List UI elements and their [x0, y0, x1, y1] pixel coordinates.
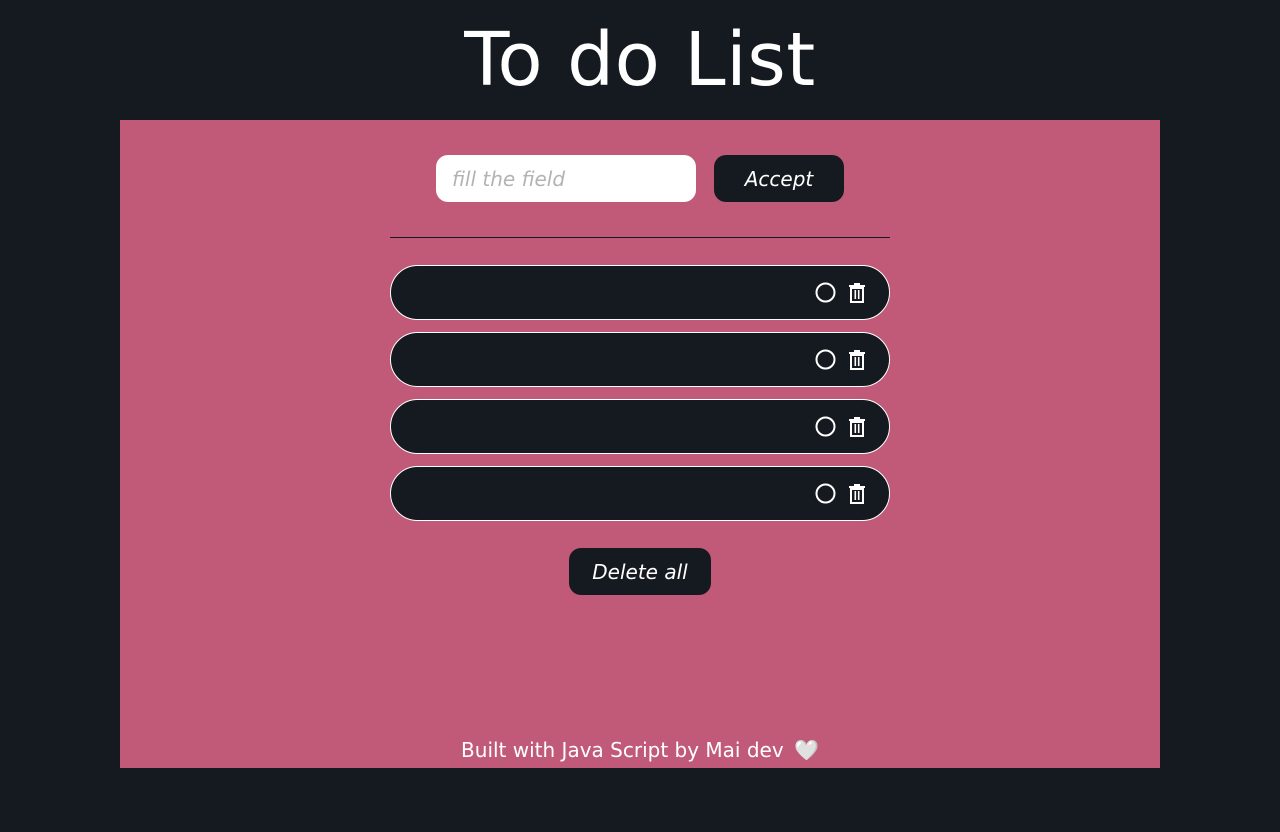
delete-all-button[interactable]: Delete all — [569, 548, 711, 595]
task-form: Accept — [120, 155, 1160, 202]
todo-panel: Accept — [120, 120, 1160, 768]
trash-icon[interactable] — [846, 416, 867, 437]
delete-all-wrapper: Delete all — [120, 548, 1160, 595]
trash-icon[interactable] — [846, 282, 867, 303]
task-actions — [815, 349, 867, 370]
footer-text: Built with Java Script by Mai dev — [461, 738, 784, 762]
divider — [390, 237, 890, 238]
task-input[interactable] — [436, 155, 696, 202]
task-item — [390, 332, 890, 387]
footer: Built with Java Script by Mai dev 🤍 — [120, 738, 1160, 762]
task-list — [390, 265, 890, 533]
task-actions — [815, 483, 867, 504]
trash-icon[interactable] — [846, 349, 867, 370]
task-actions — [815, 416, 867, 437]
trash-icon[interactable] — [846, 483, 867, 504]
task-item — [390, 466, 890, 521]
task-item — [390, 399, 890, 454]
heart-icon: 🤍 — [794, 738, 819, 762]
circle-outline-icon[interactable] — [815, 282, 836, 303]
task-actions — [815, 282, 867, 303]
circle-outline-icon[interactable] — [815, 483, 836, 504]
accept-button[interactable]: Accept — [714, 155, 844, 202]
page-title: To do List — [464, 17, 816, 103]
task-item — [390, 265, 890, 320]
circle-outline-icon[interactable] — [815, 349, 836, 370]
circle-outline-icon[interactable] — [815, 416, 836, 437]
